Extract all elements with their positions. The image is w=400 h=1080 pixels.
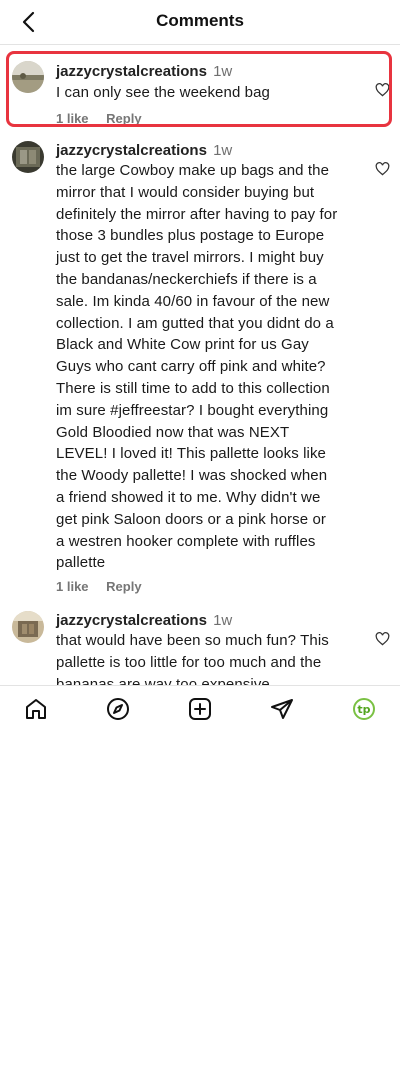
comment-username[interactable]: jazzycrystalcreations <box>56 612 207 629</box>
comment-actions: 1 like Reply <box>56 579 338 594</box>
reply-button[interactable]: Reply <box>106 579 141 594</box>
page-title: Comments <box>156 11 244 30</box>
like-count[interactable]: 1 like <box>56 579 89 594</box>
header-bar: Comments <box>0 0 400 45</box>
comment-header: jazzycrystalcreations 1w <box>56 142 338 160</box>
nav-home[interactable] <box>23 696 49 720</box>
nav-explore[interactable] <box>105 696 131 720</box>
create-plus-icon <box>189 698 211 720</box>
heart-icon[interactable] <box>375 632 390 646</box>
nav-create[interactable] <box>187 696 213 720</box>
selection-highlight <box>6 51 392 127</box>
comment-text: that would have been so much fun? This p… <box>56 632 329 685</box>
profile-avatar: tp <box>353 698 375 720</box>
explore-compass-icon <box>107 698 129 720</box>
home-icon <box>26 699 46 719</box>
nav-profile[interactable]: tp <box>351 696 377 720</box>
comment-time: 1w <box>213 142 233 159</box>
avatar[interactable] <box>12 611 44 643</box>
bottom-navigation: tp <box>0 685 400 720</box>
comment-item: jazzycrystalcreations 1w that would have… <box>0 605 400 685</box>
heart-icon[interactable] <box>375 162 390 176</box>
comment-list[interactable]: jazzycrystalcreations 1w I can only see … <box>0 45 400 685</box>
comment-text: the large Cowboy make up bags and the mi… <box>56 162 338 572</box>
direct-send-icon <box>271 699 293 719</box>
nav-direct[interactable] <box>269 696 295 720</box>
comment-item: jazzycrystalcreations 1w the large Cowbo… <box>0 135 400 605</box>
comment-item: jazzycrystalcreations 1w I can only see … <box>0 45 400 135</box>
comment-time: 1w <box>213 612 233 629</box>
comments-screen: Comments jazzycrystalcreations 1w I can … <box>0 0 400 720</box>
avatar[interactable] <box>12 141 44 173</box>
comment-username[interactable]: jazzycrystalcreations <box>56 142 207 159</box>
comment-header: jazzycrystalcreations 1w <box>56 612 338 630</box>
